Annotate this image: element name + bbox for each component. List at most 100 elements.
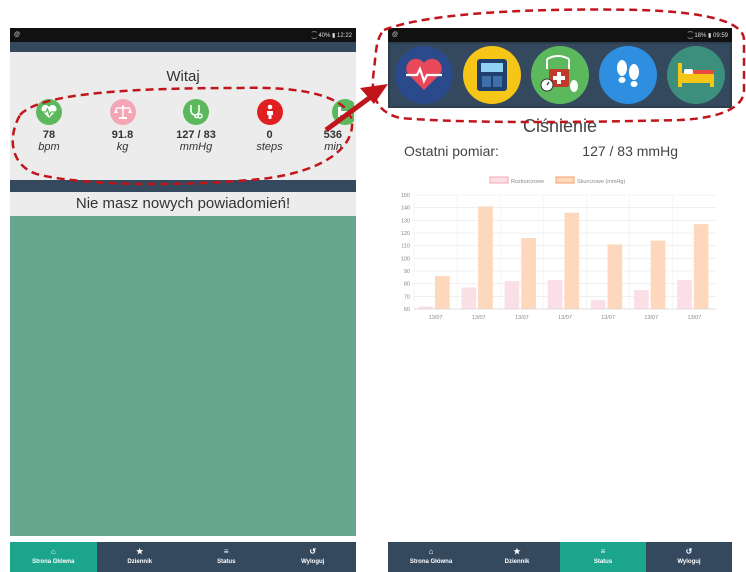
x-tick-label: 13/07 bbox=[558, 315, 572, 321]
blood-pressure-icon bbox=[531, 46, 589, 104]
bar bbox=[547, 279, 563, 309]
section-title: Ciśnienie bbox=[522, 116, 598, 136]
stat-pressure[interactable]: 127 / 83 mmHg bbox=[167, 99, 225, 153]
stat-value: 78 bbox=[42, 129, 56, 141]
heart-rate-icon bbox=[36, 99, 62, 125]
bar bbox=[504, 281, 520, 309]
category-icon-row bbox=[388, 42, 732, 108]
scale-icon bbox=[109, 99, 136, 125]
annotation-arrowhead bbox=[360, 84, 388, 104]
last-measurement: Ostatni pomiar: 127 / 83 mmHg bbox=[388, 137, 732, 159]
status-bar: @ ⁐ 18% ▮ 09:59 bbox=[388, 28, 732, 42]
bar bbox=[564, 212, 580, 309]
bar bbox=[434, 276, 450, 309]
bar bbox=[461, 287, 477, 309]
stethoscope-icon bbox=[183, 99, 209, 125]
x-tick-label: 13/07 bbox=[515, 315, 529, 321]
stat-weight[interactable]: 91.8 kg bbox=[94, 99, 152, 153]
x-tick-label: 13/07 bbox=[472, 315, 486, 321]
x-tick-label: 13/07 bbox=[601, 315, 615, 321]
y-tick-label: 130 bbox=[401, 218, 410, 224]
category-sleep[interactable] bbox=[662, 44, 730, 106]
y-tick-label: 150 bbox=[401, 193, 410, 199]
y-tick-label: 100 bbox=[401, 256, 410, 262]
stat-value: 536 bbox=[323, 129, 342, 141]
bar bbox=[634, 290, 649, 309]
nav-label: Dziennik bbox=[504, 559, 530, 565]
bar bbox=[478, 206, 493, 309]
y-tick-label: 140 bbox=[401, 206, 410, 212]
logout-icon: ↺ bbox=[309, 547, 317, 556]
bar bbox=[521, 238, 536, 309]
menu-icon: ≡ bbox=[223, 547, 229, 556]
bar bbox=[607, 244, 623, 309]
last-measurement-label: Ostatni pomiar: bbox=[404, 143, 499, 159]
nav-home[interactable]: ⌂ Strona Główna bbox=[10, 542, 97, 572]
pressure-chart: Rozkurczowe Skurczowe (mmHg) 60 70 80 90 100 11… bbox=[401, 176, 716, 321]
welcome-title: Witaj bbox=[166, 68, 200, 85]
logout-icon: ↺ bbox=[685, 547, 693, 556]
star-icon: ★ bbox=[136, 547, 144, 556]
bar bbox=[590, 300, 606, 309]
welcome-panel: Witaj 78 bpm 91.8 kg 127 / 83 mmHg 0 ste… bbox=[10, 52, 356, 180]
bar bbox=[677, 279, 692, 309]
chart-container: Rozkurczowe Skurczowe (mmHg) 60 70 80 90 100 11… bbox=[390, 173, 732, 338]
y-tick-label: 80 bbox=[404, 282, 410, 288]
y-tick-label: 120 bbox=[401, 231, 410, 237]
x-tick-label: 13/07 bbox=[429, 315, 443, 321]
stat-unit: steps bbox=[256, 141, 283, 153]
phone-home-screen: @ ⁐ 40% ▮ 12:22 Witaj 78 bpm 91.8 kg 127… bbox=[10, 28, 356, 572]
nav-journal[interactable]: ★ Dziennik bbox=[97, 542, 184, 572]
status-left: @ bbox=[14, 32, 21, 38]
nav-status[interactable]: ≡ Status bbox=[183, 542, 270, 572]
status-right: ⁐ 40% ▮ 12:22 bbox=[311, 32, 352, 39]
home-icon: ⌂ bbox=[50, 547, 56, 556]
nav-home[interactable]: ⌂ Strona Główna bbox=[388, 542, 474, 572]
nav-logout[interactable]: ↺ Wyloguj bbox=[270, 542, 357, 572]
content-area bbox=[10, 216, 356, 536]
x-tick-label: 13/07 bbox=[688, 315, 702, 321]
top-strip bbox=[10, 42, 356, 52]
nav-label: Strona Główna bbox=[409, 559, 453, 565]
nav-journal[interactable]: ★ Dziennik bbox=[474, 542, 560, 572]
stat-heart-rate[interactable]: 78 bpm bbox=[20, 99, 78, 153]
category-pressure[interactable] bbox=[526, 44, 594, 106]
stat-steps[interactable]: 0 steps bbox=[241, 99, 299, 153]
bottom-nav: ⌂ Strona Główna ★ Dziennik ≡ Status ↺ Wy… bbox=[10, 542, 356, 572]
bottom-nav: ⌂ Strona Główna ★ Dziennik ≡ Status ↺ Wy… bbox=[388, 542, 732, 572]
stats-row: 78 bpm 91.8 kg 127 / 83 mmHg 0 steps 536… bbox=[10, 85, 356, 153]
nav-label: Wyloguj bbox=[301, 559, 325, 565]
bed-icon bbox=[332, 99, 354, 125]
nav-status[interactable]: ≡ Status bbox=[560, 542, 646, 572]
category-weight[interactable] bbox=[458, 44, 526, 106]
legend-label: Rozkurczowe bbox=[511, 179, 544, 185]
nav-label: Wyloguj bbox=[677, 559, 701, 565]
menu-icon: ≡ bbox=[600, 547, 606, 556]
stat-value: 127 / 83 bbox=[176, 129, 216, 141]
footsteps-icon bbox=[256, 99, 283, 125]
bar bbox=[418, 306, 433, 309]
status-right: ⁐ 18% ▮ 09:59 bbox=[687, 32, 728, 39]
nav-label: Strona Główna bbox=[32, 559, 75, 565]
nav-label: Status bbox=[217, 559, 236, 565]
stat-value: 0 bbox=[266, 129, 273, 141]
stat-unit: min bbox=[324, 141, 342, 153]
legend-swatch bbox=[489, 176, 509, 184]
category-steps[interactable] bbox=[594, 44, 662, 106]
stat-sleep[interactable]: 536 min bbox=[314, 99, 354, 153]
x-tick-label: 13/07 bbox=[644, 315, 658, 321]
legend-swatch bbox=[555, 176, 575, 184]
phone-pressure-screen: @ ⁐ 18% ▮ 09:59 Ciśnienie Ostatni pomiar… bbox=[388, 28, 732, 572]
y-tick-label: 110 bbox=[401, 244, 410, 250]
nav-logout[interactable]: ↺ Wyloguj bbox=[646, 542, 732, 572]
last-measurement-value: 127 / 83 mmHg bbox=[582, 143, 678, 159]
footsteps-icon bbox=[599, 46, 657, 104]
divider-band bbox=[10, 180, 356, 192]
category-heart[interactable] bbox=[390, 44, 458, 106]
heart-icon bbox=[395, 46, 453, 104]
bar bbox=[650, 240, 666, 309]
y-tick-label: 90 bbox=[404, 269, 410, 275]
stat-unit: mmHg bbox=[179, 141, 213, 153]
bar bbox=[693, 224, 709, 309]
star-icon: ★ bbox=[513, 547, 521, 556]
